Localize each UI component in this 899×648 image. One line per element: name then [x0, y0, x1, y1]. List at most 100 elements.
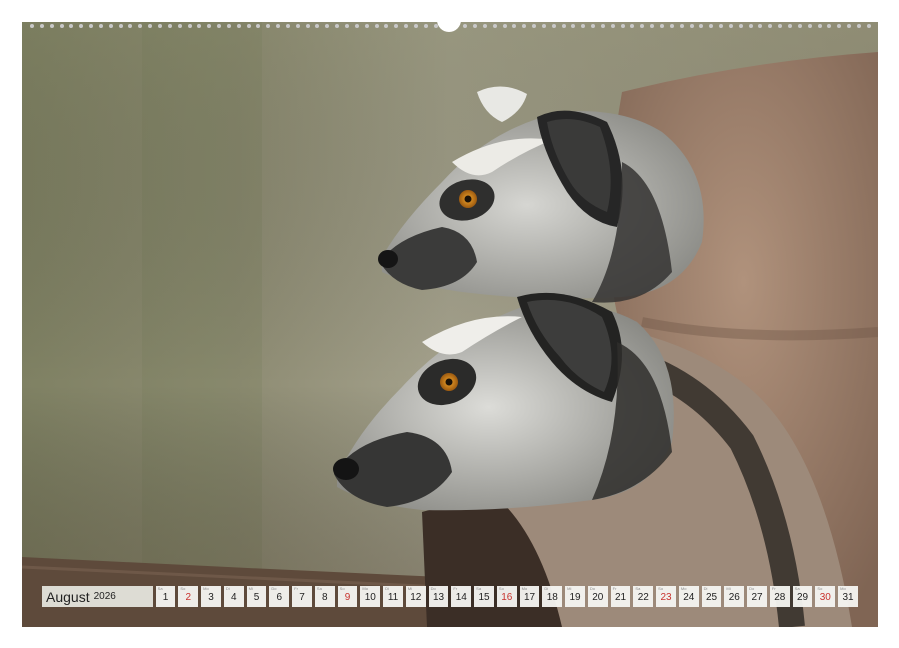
day-number: 29	[796, 592, 809, 603]
binding-hole	[49, 24, 54, 28]
binding-hole	[482, 24, 487, 28]
day-number: 5	[253, 592, 260, 603]
binding-hole	[236, 24, 241, 28]
day-number: 9	[344, 592, 351, 603]
day-number: 28	[774, 592, 786, 603]
day-cell: Mi 26	[724, 586, 745, 607]
binding-hole	[256, 24, 261, 28]
binding-hole	[423, 24, 428, 28]
day-number: 22	[637, 592, 649, 603]
binding-hole	[571, 24, 576, 28]
day-cell: Di 4	[223, 586, 244, 607]
day-number: 21	[614, 592, 627, 603]
day-number: 19	[569, 592, 581, 603]
binding-hole	[30, 24, 34, 28]
binding-hole	[699, 24, 704, 28]
binding-hole	[59, 24, 64, 28]
binding-hole	[305, 24, 310, 28]
day-cell: Sa 8	[314, 586, 335, 607]
binding-hole	[98, 24, 103, 28]
day-cell: Di 11	[383, 586, 403, 607]
day-cell: Mi 12	[405, 586, 426, 607]
year-label: 2026	[93, 591, 116, 602]
binding-hole	[551, 24, 556, 28]
day-cell: Mo 3	[201, 586, 221, 607]
day-number: 13	[432, 592, 445, 603]
day-cell: Fr 7	[292, 586, 312, 607]
day-cell: Fr 14	[451, 586, 472, 607]
day-number: 2	[185, 592, 192, 603]
binding-hole	[335, 24, 340, 28]
binding-hole	[492, 24, 497, 28]
binding-hole	[630, 24, 635, 28]
day-cell: Sa 29	[792, 586, 813, 607]
day-number: 8	[322, 592, 328, 603]
day-cell: Mi 5	[246, 586, 267, 607]
day-number: 15	[478, 592, 490, 603]
binding-hole	[620, 24, 625, 28]
day-cell: Fr 21	[610, 586, 631, 607]
day-number: 14	[455, 592, 467, 603]
day-cell: Sa 15	[474, 586, 494, 607]
month-label-cell: August 2026	[42, 586, 153, 607]
binding-hole	[295, 24, 300, 28]
binding-hole	[748, 24, 753, 28]
day-number: 31	[842, 592, 854, 603]
binding-hole	[226, 24, 231, 28]
binding-hole	[413, 24, 418, 28]
day-cell: Fr 28	[769, 586, 790, 607]
binding-hole	[108, 24, 113, 28]
binding-hole	[207, 24, 212, 28]
binding-hole	[472, 24, 477, 28]
day-cell: Do 6	[269, 586, 290, 607]
binding-hole	[797, 24, 802, 28]
day-number: 16	[501, 592, 513, 603]
binding-hole	[738, 24, 743, 28]
binding-hole	[640, 24, 645, 28]
binding-hole	[600, 24, 605, 28]
calendar-strip: August 2026 Sa 1 So 2 Mo 3 Di 4 Mi 5 Do 6 Fr 7 Sa 8 So 9 M…	[42, 586, 858, 607]
binding-hole	[679, 24, 684, 28]
binding-hole	[266, 24, 271, 28]
calendar-photo	[22, 22, 878, 627]
binding-hole	[39, 24, 44, 28]
binding-hole	[285, 24, 290, 28]
day-cell: Di 18	[542, 586, 563, 607]
binding-hole	[847, 24, 852, 28]
binding-hole	[148, 24, 153, 28]
binding-hole	[276, 24, 281, 28]
day-number: 24	[683, 592, 695, 603]
binding-hole	[354, 24, 359, 28]
day-number: 18	[546, 592, 558, 603]
day-number: 6	[276, 592, 283, 603]
binding-hole	[866, 24, 871, 28]
binding-hole	[89, 24, 94, 28]
day-number: 17	[523, 592, 536, 603]
binding-hole	[787, 24, 792, 28]
binding-hole	[581, 24, 586, 28]
binding-hole	[197, 24, 202, 28]
day-cell: Do 13	[428, 586, 449, 607]
binding-hole	[719, 24, 724, 28]
day-cell: Sa 1	[155, 586, 176, 607]
day-number: 7	[299, 592, 305, 603]
binding-hole	[345, 24, 349, 28]
binding-hole	[325, 24, 330, 28]
binding-hole	[728, 24, 733, 28]
binding-hole	[315, 24, 320, 28]
day-cell: Do 27	[747, 586, 767, 607]
day-number: 27	[751, 592, 763, 603]
binding-hole	[856, 24, 861, 28]
binding-hole	[364, 24, 369, 28]
day-cell: Mo 17	[519, 586, 540, 607]
binding-hole	[689, 24, 694, 28]
day-number: 25	[705, 592, 718, 603]
day-number: 26	[728, 592, 740, 603]
day-number: 3	[208, 592, 214, 603]
day-cell: So 23	[656, 586, 676, 607]
binding-hole	[650, 24, 655, 28]
binding-hole	[157, 24, 162, 28]
binding-hole	[404, 24, 409, 28]
day-cell: So 16	[496, 586, 517, 607]
day-number: 1	[162, 592, 169, 603]
